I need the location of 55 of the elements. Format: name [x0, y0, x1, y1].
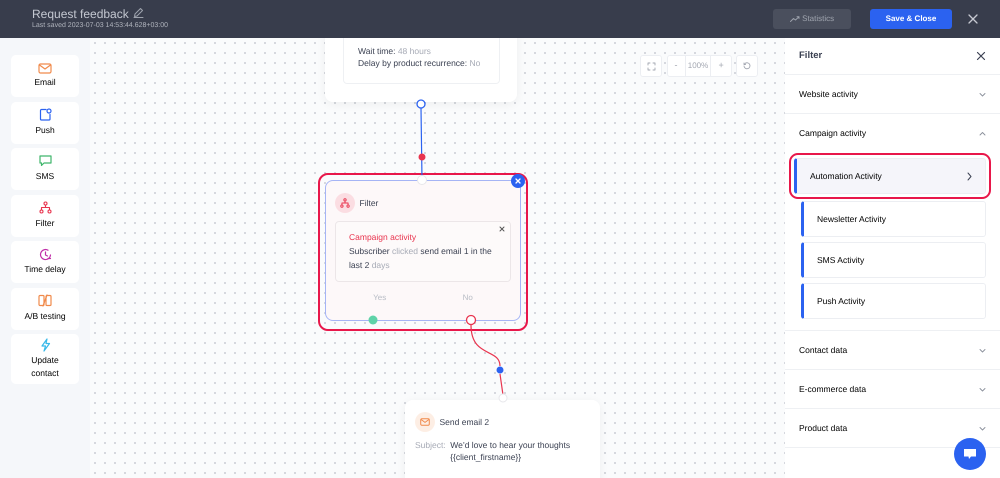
field-value: We’d love to hear your thoughts {{client_firstname}}	[450, 439, 572, 463]
palette-item[interactable]: Push	[11, 102, 79, 144]
connector-line	[470, 324, 504, 396]
field-label: Subject:	[415, 439, 446, 452]
palette-item[interactable]: A/B testing	[11, 288, 79, 330]
field-text: Wait time: 48 hours	[358, 45, 432, 57]
envelope-icon	[415, 412, 435, 432]
chevron-icon	[979, 426, 986, 430]
filter-option[interactable]: Push Activity	[801, 283, 986, 319]
chevron-icon	[979, 386, 986, 392]
close-icon[interactable]	[966, 12, 980, 26]
palette-item[interactable]: Update contact	[11, 334, 79, 384]
chat-bubble-icon	[38, 155, 52, 168]
palette-item[interactable]: Email	[11, 55, 79, 97]
notification-icon	[38, 108, 52, 122]
remove-button[interactable]	[511, 174, 525, 188]
chevron-icon	[979, 92, 986, 96]
filter-option[interactable]: Newsletter Activity	[801, 201, 986, 237]
split-icon	[38, 294, 52, 308]
envelope-icon	[38, 62, 52, 74]
filter-option[interactable]: Automation Activity	[794, 158, 986, 194]
branch-label: Yes	[373, 292, 386, 304]
clock-icon	[38, 248, 52, 261]
page-title: Request feedback	[32, 6, 129, 21]
branch-handle[interactable]	[368, 316, 378, 324]
connection-handle[interactable]	[416, 99, 426, 109]
chevron-icon	[979, 131, 986, 136]
hierarchy-icon	[38, 201, 52, 214]
chat-bubble-icon	[963, 448, 977, 460]
lightning-icon	[40, 338, 50, 352]
node-title: Filter	[360, 197, 378, 209]
branch-handle[interactable]	[466, 314, 476, 326]
palette-item[interactable]: Time delay	[11, 241, 79, 283]
condition-title: Campaign activity	[349, 231, 418, 244]
chevron-icon	[979, 348, 986, 352]
zoom-level: 100%	[684, 56, 712, 76]
chat-button[interactable]	[954, 438, 986, 470]
trend-icon	[790, 16, 800, 22]
panel-title: Filter	[799, 48, 822, 63]
palette-item[interactable]: SMS	[11, 148, 79, 190]
close-icon	[515, 178, 521, 184]
connection-point	[496, 366, 504, 374]
field-text: Delay by product recurrence: No	[358, 57, 482, 69]
connection-point	[418, 154, 426, 160]
filter-option[interactable]: SMS Activity	[801, 242, 986, 278]
close-icon[interactable]	[499, 226, 505, 232]
save-close-button[interactable]: Save & Close	[870, 9, 952, 29]
filter-icon	[335, 193, 355, 213]
chevron-right-icon	[967, 172, 972, 180]
filter-node[interactable]: Filter Campaign activity Subscriber clicked send email 1 in the last 2 days Yes No	[325, 180, 521, 321]
node-title: Send email 2	[440, 416, 490, 428]
branch-label: No	[462, 292, 473, 304]
palette-item[interactable]: Filter	[11, 194, 79, 236]
close-icon[interactable]	[976, 51, 986, 61]
condition-text: Subscriber clicked send email 1 in the last 2 days	[349, 244, 493, 272]
